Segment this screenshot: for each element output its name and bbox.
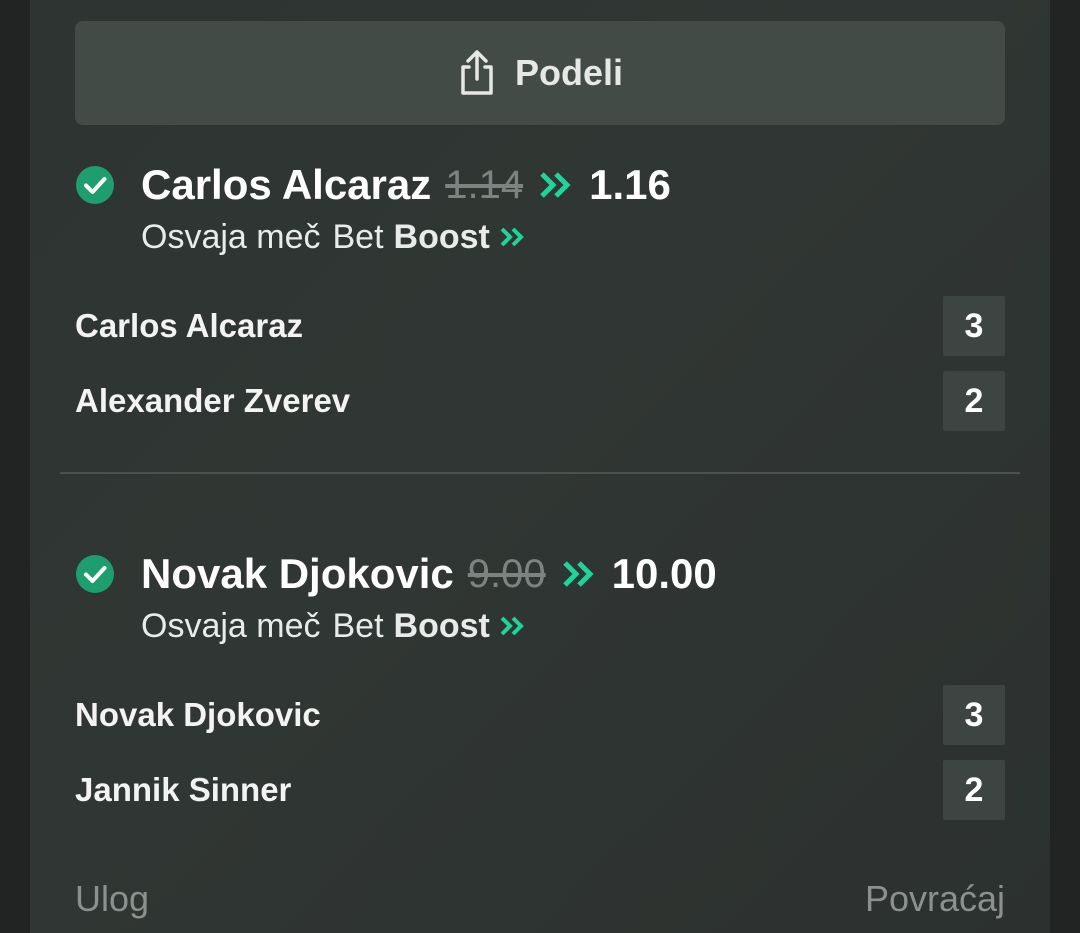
stake-label: Ulog bbox=[75, 878, 150, 919]
player-name: Alexander Zverev bbox=[75, 382, 351, 419]
player-name: Novak Djokovic bbox=[75, 696, 321, 733]
bet-selection-name: Novak Djokovic bbox=[141, 550, 454, 597]
market-name: Osvaja meč bbox=[141, 606, 321, 645]
market-name: Osvaja meč bbox=[141, 217, 321, 256]
share-label: Podeli bbox=[514, 52, 624, 93]
boost-label: Boost bbox=[393, 606, 490, 645]
new-odd: 10.00 bbox=[611, 550, 717, 597]
score-row: Novak Djokovic 3 bbox=[75, 685, 1005, 745]
bet-label: Bet bbox=[332, 217, 384, 256]
return-label: Povraćaj bbox=[864, 878, 1005, 919]
player-score: 3 bbox=[943, 296, 1005, 356]
player-score: 2 bbox=[943, 760, 1005, 820]
bet-ticket-panel: Podeli Carlos Alcaraz 1.14 1.16 Osvaja m… bbox=[30, 0, 1050, 933]
player-name: Carlos Alcaraz bbox=[75, 307, 304, 344]
old-odd: 9.00 bbox=[467, 551, 546, 596]
double-chevron-right-icon bbox=[500, 227, 524, 247]
bet-selection-name: Carlos Alcaraz bbox=[141, 161, 432, 208]
score-row: Jannik Sinner 2 bbox=[75, 760, 1005, 820]
divider bbox=[60, 472, 1020, 474]
score-row: Carlos Alcaraz 3 bbox=[75, 296, 1005, 356]
double-chevron-right-icon bbox=[500, 616, 524, 636]
boost-label: Boost bbox=[393, 217, 490, 256]
check-circle-icon bbox=[76, 555, 114, 593]
player-name: Jannik Sinner bbox=[75, 771, 292, 808]
bet-label: Bet bbox=[332, 606, 384, 645]
check-circle-icon bbox=[76, 166, 114, 204]
share-button[interactable]: Podeli bbox=[75, 21, 1005, 125]
bet-selection: Novak Djokovic 9.00 10.00 Osvaja meč Bet… bbox=[75, 544, 1005, 648]
bet-selection: Carlos Alcaraz 1.14 1.16 Osvaja meč Bet … bbox=[75, 155, 1005, 259]
double-chevron-right-icon bbox=[562, 561, 594, 587]
share-icon bbox=[461, 50, 493, 95]
score-row: Alexander Zverev 2 bbox=[75, 371, 1005, 431]
player-score: 3 bbox=[943, 685, 1005, 745]
player-score: 2 bbox=[943, 371, 1005, 431]
new-odd: 1.16 bbox=[589, 161, 671, 208]
double-chevron-right-icon bbox=[540, 172, 571, 198]
old-odd: 1.14 bbox=[445, 162, 524, 207]
